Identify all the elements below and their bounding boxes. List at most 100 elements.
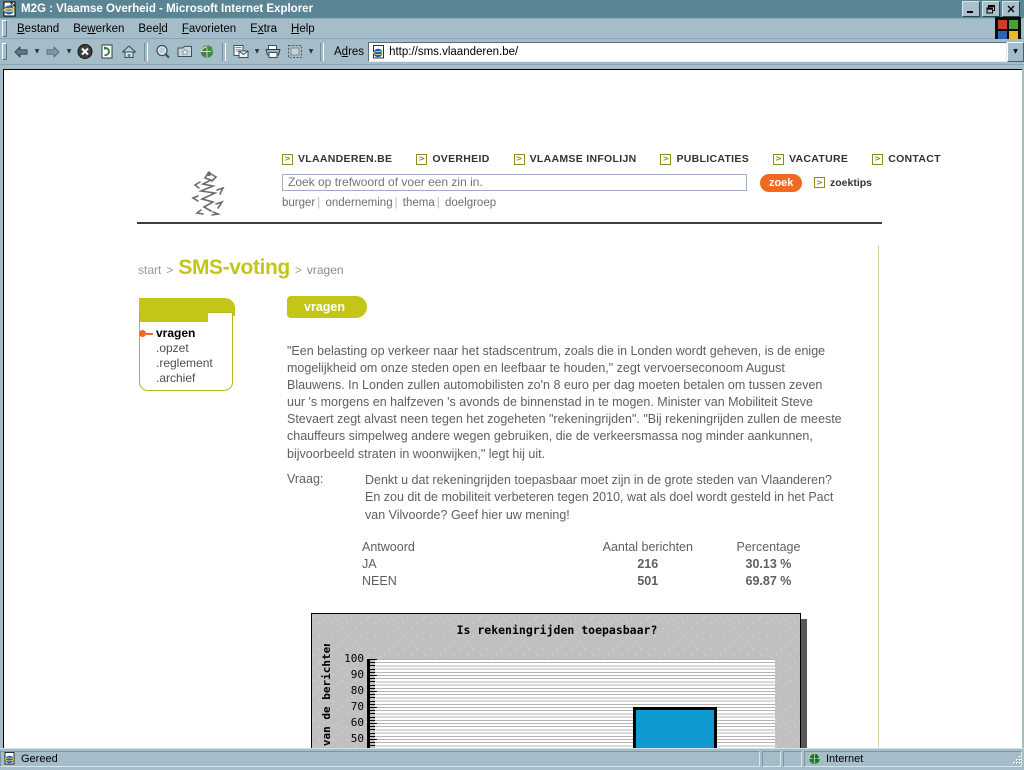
address-url-text: http://sms.vlaanderen.be/ — [389, 46, 518, 58]
chart-axis-tick — [370, 694, 375, 695]
edit-dropdown-arrow[interactable]: ▼ — [306, 41, 316, 62]
toolbar-gripper[interactable] — [2, 43, 7, 60]
toolbar-separator-2 — [222, 43, 226, 61]
subnav-item-thema[interactable]: thema — [403, 197, 435, 209]
home-icon[interactable] — [118, 41, 140, 62]
forward-dropdown-arrow[interactable]: ▼ — [64, 41, 74, 62]
topnav-label: VACATURE — [789, 153, 848, 165]
search-input[interactable] — [282, 174, 747, 191]
sidebar-item-opzet[interactable]: .opzet — [145, 341, 213, 356]
subnav-item-onderneming[interactable]: onderneming — [325, 197, 392, 209]
security-zone-pane[interactable]: Internet — [804, 751, 1022, 767]
menu-bewerken[interactable]: Bewerken — [66, 21, 131, 37]
table-row: NEEN 501 69.87 % — [362, 574, 822, 591]
arrow-square-icon — [872, 154, 883, 165]
breadcrumb-start[interactable]: start — [138, 263, 161, 277]
chart-title: Is rekeningrijden toepasbaar? — [312, 623, 801, 637]
subnav-item-doelgroep[interactable]: doelgroep — [445, 197, 496, 209]
header-divider — [137, 222, 882, 224]
topnav-label: PUBLICATIES — [676, 153, 749, 165]
sidebar-item-archief[interactable]: .archief — [145, 371, 213, 386]
topnav-label: VLAANDEREN.BE — [298, 153, 392, 165]
topnav-item-publicaties[interactable]: PUBLICATIES — [660, 153, 749, 165]
sidebar-menu: vragen .opzet .reglement .archief — [139, 298, 235, 393]
chart-axis-tick — [370, 701, 375, 702]
sidebar-item-label: .archief — [156, 371, 195, 385]
topnav-label: VLAAMSE INFOLIJN — [530, 153, 637, 165]
chart-axis-tick — [370, 745, 375, 746]
sidebar-list: vragen .opzet .reglement .archief — [145, 326, 213, 386]
minimize-button[interactable] — [962, 1, 980, 17]
toolbar-separator — [144, 43, 148, 61]
bullet-dash-icon — [146, 333, 153, 335]
security-zone-text: Internet — [826, 753, 863, 765]
sidebar-item-vragen[interactable]: vragen — [145, 326, 213, 341]
table-header-row: Antwoord Aantal berichten Percentage — [362, 540, 822, 557]
ie-document-icon-small — [4, 752, 17, 765]
address-bar[interactable]: http://sms.vlaanderen.be/ — [368, 42, 1007, 62]
ie-document-icon — [2, 1, 18, 17]
window-title-bar: M2G : Vlaamse Overheid - Microsoft Inter… — [0, 0, 1024, 19]
arrow-square-icon — [814, 177, 825, 188]
browser-toolbar: ▼ ▼ — [0, 39, 1024, 65]
browser-viewport: VLAANDEREN.BE OVERHEID VLAAMSE INFOLIJN … — [3, 69, 1022, 749]
resize-grip[interactable] — [1009, 753, 1023, 767]
menu-help[interactable]: Help — [284, 21, 322, 37]
subnav-item-burger[interactable]: burger — [282, 197, 315, 209]
chart-axis-tick — [370, 685, 375, 686]
status-bar: Gereed Internet — [0, 748, 1024, 768]
close-button[interactable] — [1002, 1, 1020, 17]
chart-axis-tick — [370, 733, 375, 734]
chart-y-tick-label: 50 — [351, 734, 364, 744]
sidebar-item-reglement[interactable]: .reglement — [145, 356, 213, 371]
search-tips-link[interactable]: zoektips — [814, 177, 872, 189]
favorites-icon[interactable] — [174, 41, 196, 62]
menu-gripper[interactable] — [2, 20, 7, 37]
menu-favorieten[interactable]: Favorieten — [175, 21, 243, 37]
chart-y-tick-labels: 0102030405060708090100 — [332, 654, 365, 749]
mail-icon[interactable] — [230, 41, 252, 62]
back-icon[interactable] — [10, 41, 32, 62]
col-header-percentage: Percentage — [715, 540, 822, 557]
subnav-separator: | — [435, 197, 442, 209]
chart-y-tick-label: 70 — [351, 702, 364, 712]
cell-count: 501 — [581, 574, 715, 591]
chart-axis-tick — [370, 678, 375, 679]
edit-icon[interactable] — [284, 41, 306, 62]
search-tips-label: zoektips — [830, 177, 872, 189]
history-icon[interactable] — [196, 41, 218, 62]
forward-icon[interactable] — [42, 41, 64, 62]
sidebar-item-label: .reglement — [156, 356, 213, 370]
menu-bestand[interactable]: Bestand — [10, 21, 66, 37]
sidebar-item-label: vragen — [156, 326, 195, 340]
mail-dropdown-arrow[interactable]: ▼ — [252, 41, 262, 62]
search-submit-button[interactable]: zoek — [760, 174, 802, 192]
breadcrumb: start > SMS-voting > vragen — [138, 256, 344, 280]
stop-icon[interactable] — [74, 41, 96, 62]
menu-bar: Bestand Bewerken Beeld Favorieten Extra … — [0, 19, 1024, 39]
menu-beeld[interactable]: Beeld — [131, 21, 174, 37]
chart-y-tick-label: 90 — [351, 670, 364, 680]
topnav-item-vlaanderen-be[interactable]: VLAANDEREN.BE — [282, 153, 392, 165]
address-dropdown-button[interactable]: ▼ — [1007, 42, 1024, 62]
topnav-item-overheid[interactable]: OVERHEID — [416, 153, 489, 165]
topnav-item-vlaamse-infolijn[interactable]: VLAAMSE INFOLIJN — [514, 153, 637, 165]
status-message-pane: Gereed — [0, 751, 760, 767]
topnav-item-contact[interactable]: CONTACT — [872, 153, 941, 165]
print-icon[interactable] — [262, 41, 284, 62]
chart-axis-tick — [370, 739, 377, 740]
topnav-item-vacature[interactable]: VACATURE — [773, 153, 848, 165]
restore-button[interactable] — [982, 1, 1000, 17]
col-header-antwoord: Antwoord — [362, 540, 581, 557]
arrow-square-icon — [660, 154, 671, 165]
arrow-square-icon — [514, 154, 525, 165]
search-icon[interactable] — [152, 41, 174, 62]
vlaamse-leeuw-logo — [189, 168, 229, 216]
refresh-icon[interactable] — [96, 41, 118, 62]
back-dropdown-arrow[interactable]: ▼ — [32, 41, 42, 62]
chart-axis-tick — [370, 717, 375, 718]
chart-axis-tick — [370, 669, 375, 670]
menu-extra[interactable]: Extra — [243, 21, 284, 37]
arrow-square-icon — [282, 154, 293, 165]
chart-axis-tick — [370, 710, 375, 711]
